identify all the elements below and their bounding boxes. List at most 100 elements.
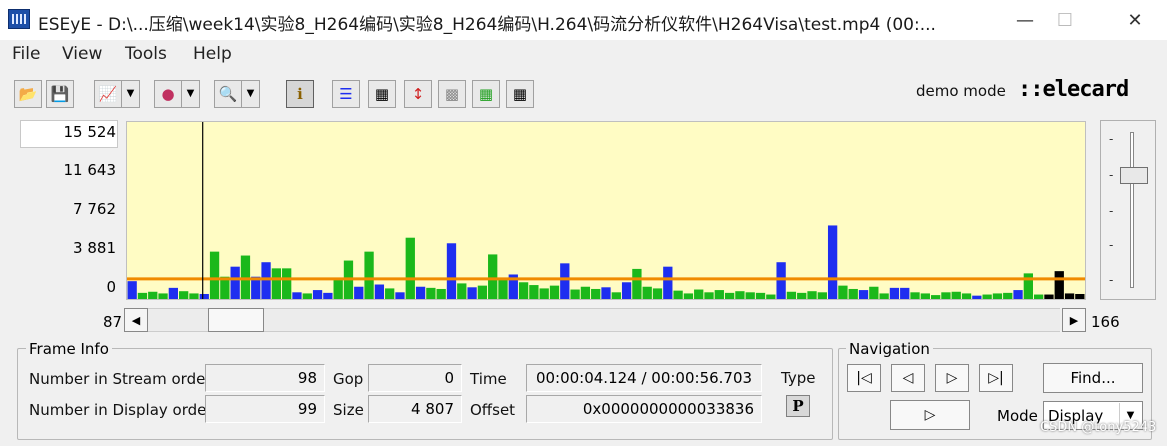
i-frame-bar[interactable]: [776, 262, 786, 299]
p-frame-bar[interactable]: [364, 251, 374, 299]
menu-file[interactable]: File: [12, 44, 40, 64]
p-frame-bar[interactable]: [642, 286, 652, 299]
menu-help[interactable]: Help: [193, 44, 232, 64]
p-frame-bar[interactable]: [137, 292, 148, 299]
gray-grid-button[interactable]: ▩: [438, 80, 466, 108]
i-frame-bar[interactable]: [168, 287, 178, 299]
p-frame-bar[interactable]: [838, 285, 848, 299]
p-frame-bar[interactable]: [518, 282, 529, 299]
close-button[interactable]: ✕: [1112, 0, 1158, 40]
i-frame-bar[interactable]: [395, 292, 405, 299]
arrows-button[interactable]: ↕: [404, 80, 432, 108]
p-frame-bar[interactable]: [1054, 271, 1064, 299]
i-frame-bar[interactable]: [972, 295, 982, 299]
i-frame-bar[interactable]: [354, 286, 364, 299]
p-frame-bar[interactable]: [714, 290, 724, 299]
scroll-right-button[interactable]: ▶: [1062, 308, 1086, 332]
next-frame-button[interactable]: ▷: [935, 364, 969, 392]
i-frame-bar[interactable]: [261, 262, 271, 299]
p-frame-bar[interactable]: [807, 291, 817, 299]
p-frame-bar[interactable]: [457, 283, 467, 299]
p-frame-bar[interactable]: [148, 291, 158, 299]
i-frame-bar[interactable]: [827, 225, 838, 299]
p-frame-bar[interactable]: [704, 292, 714, 299]
p-frame-bar[interactable]: [436, 288, 446, 299]
p-frame-bar[interactable]: [1075, 293, 1085, 299]
open-button[interactable]: 📂: [14, 80, 42, 108]
color-dropdown[interactable]: ▼: [182, 80, 200, 108]
p-frame-bar[interactable]: [683, 293, 694, 299]
play-button[interactable]: ▷: [890, 400, 970, 430]
p-frame-bar[interactable]: [652, 288, 663, 299]
i-frame-bar[interactable]: [415, 286, 426, 299]
p-frame-bar[interactable]: [529, 285, 539, 299]
p-frame-bar[interactable]: [1003, 292, 1013, 299]
horizontal-lines-button[interactable]: ☰: [332, 80, 360, 108]
p-frame-bar[interactable]: [735, 291, 745, 299]
p-frame-bar[interactable]: [488, 254, 498, 299]
scroll-left-button[interactable]: ◀: [124, 308, 148, 332]
p-frame-bar[interactable]: [910, 292, 920, 299]
i-frame-bar[interactable]: [889, 287, 900, 299]
p-frame-bar[interactable]: [179, 291, 189, 299]
menu-view[interactable]: View: [62, 44, 102, 64]
i-frame-bar[interactable]: [560, 263, 570, 299]
p-frame-bar[interactable]: [786, 291, 797, 299]
p-frame-bar[interactable]: [920, 293, 930, 299]
i-frame-bar[interactable]: [323, 292, 333, 299]
p-frame-bar[interactable]: [591, 288, 601, 299]
maximize-button[interactable]: ☐: [1042, 0, 1088, 40]
p-frame-bar[interactable]: [941, 292, 951, 299]
menu-tools[interactable]: Tools: [125, 44, 167, 64]
p-frame-bar[interactable]: [477, 285, 488, 299]
i-frame-bar[interactable]: [467, 287, 477, 299]
i-frame-bar[interactable]: [374, 284, 385, 299]
scroll-thumb[interactable]: [208, 308, 264, 332]
p-frame-bar[interactable]: [745, 292, 755, 299]
save-button[interactable]: 💾: [46, 80, 74, 108]
p-frame-bar[interactable]: [405, 237, 415, 299]
p-frame-bar[interactable]: [580, 286, 591, 299]
p-frame-bar[interactable]: [498, 278, 508, 299]
p-frame-bar[interactable]: [1033, 294, 1044, 299]
p-frame-bar[interactable]: [271, 268, 282, 299]
p-frame-bar[interactable]: [766, 294, 776, 299]
i-frame-bar[interactable]: [446, 243, 457, 299]
prev-frame-button[interactable]: ◁: [891, 364, 925, 392]
p-frame-bar[interactable]: [1064, 293, 1075, 299]
p-frame-bar[interactable]: [189, 293, 199, 299]
p-frame-bar[interactable]: [611, 292, 621, 299]
p-frame-bar[interactable]: [755, 292, 766, 299]
zoom-dropdown[interactable]: ▼: [242, 80, 260, 108]
p-frame-bar[interactable]: [1023, 273, 1033, 299]
i-frame-bar[interactable]: [292, 292, 302, 299]
p-frame-bar[interactable]: [385, 288, 395, 299]
p-frame-bar[interactable]: [539, 288, 549, 299]
p-frame-bar[interactable]: [632, 268, 642, 299]
chart-type-button[interactable]: 📈: [94, 80, 122, 108]
p-frame-bar[interactable]: [282, 268, 292, 299]
p-frame-bar[interactable]: [982, 294, 992, 299]
color-grid-button[interactable]: ▦: [472, 80, 500, 108]
i-frame-bar[interactable]: [858, 290, 869, 299]
p-frame-bar[interactable]: [673, 290, 683, 299]
frame-size-chart[interactable]: [126, 121, 1086, 300]
chart-type-dropdown[interactable]: ▼: [122, 80, 140, 108]
color-button[interactable]: ●: [154, 80, 182, 108]
scroll-track[interactable]: [148, 308, 1060, 332]
i-frame-bar[interactable]: [1013, 290, 1023, 299]
p-frame-bar[interactable]: [302, 293, 312, 299]
p-frame-bar[interactable]: [817, 292, 827, 299]
scale-slider-track[interactable]: [1130, 132, 1134, 288]
zoom-button[interactable]: 🔍: [214, 80, 242, 108]
i-frame-bar[interactable]: [900, 287, 910, 299]
p-frame-bar[interactable]: [848, 288, 858, 299]
p-frame-bar[interactable]: [549, 285, 560, 299]
info-button[interactable]: ℹ: [286, 80, 314, 108]
p-frame-bar[interactable]: [333, 278, 343, 299]
p-frame-bar[interactable]: [724, 292, 735, 299]
p-frame-bar[interactable]: [1044, 294, 1054, 299]
p-frame-bar[interactable]: [961, 293, 972, 299]
p-frame-bar[interactable]: [240, 255, 251, 299]
first-frame-button[interactable]: |◁: [847, 364, 881, 392]
